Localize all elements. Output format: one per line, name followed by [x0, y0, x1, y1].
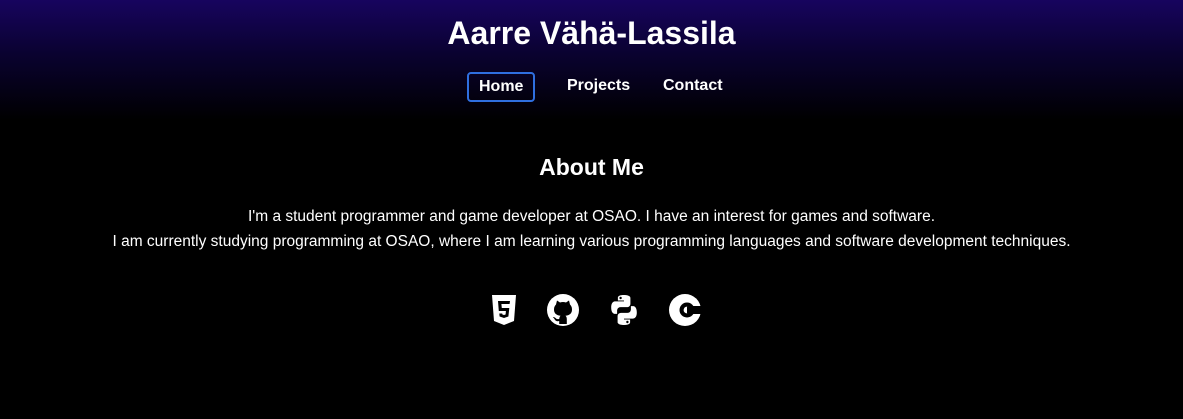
about-heading: About Me	[539, 154, 644, 180]
about-line-2: I am currently studying programming at O…	[112, 233, 1071, 250]
skill-icons	[0, 293, 1183, 329]
main-nav: Home Projects Contact	[0, 72, 1183, 102]
python-icon[interactable]	[607, 293, 641, 327]
about-text: I'm a student programmer and game develo…	[0, 204, 1183, 254]
nav-projects-link[interactable]: Projects	[567, 72, 630, 100]
site-title: Aarre Vähä-Lassila	[447, 15, 736, 51]
nav-contact-link[interactable]: Contact	[663, 72, 723, 100]
html5-icon[interactable]	[487, 293, 521, 327]
c-language-icon[interactable]	[668, 293, 702, 327]
github-icon[interactable]	[546, 293, 580, 327]
site-header: Aarre Vähä-Lassila Home Projects Contact	[0, 0, 1183, 120]
about-line-1: I'm a student programmer and game develo…	[247, 208, 936, 225]
page: Aarre Vähä-Lassila Home Projects Contact…	[0, 0, 1183, 419]
nav-home-link[interactable]: Home	[467, 72, 536, 102]
